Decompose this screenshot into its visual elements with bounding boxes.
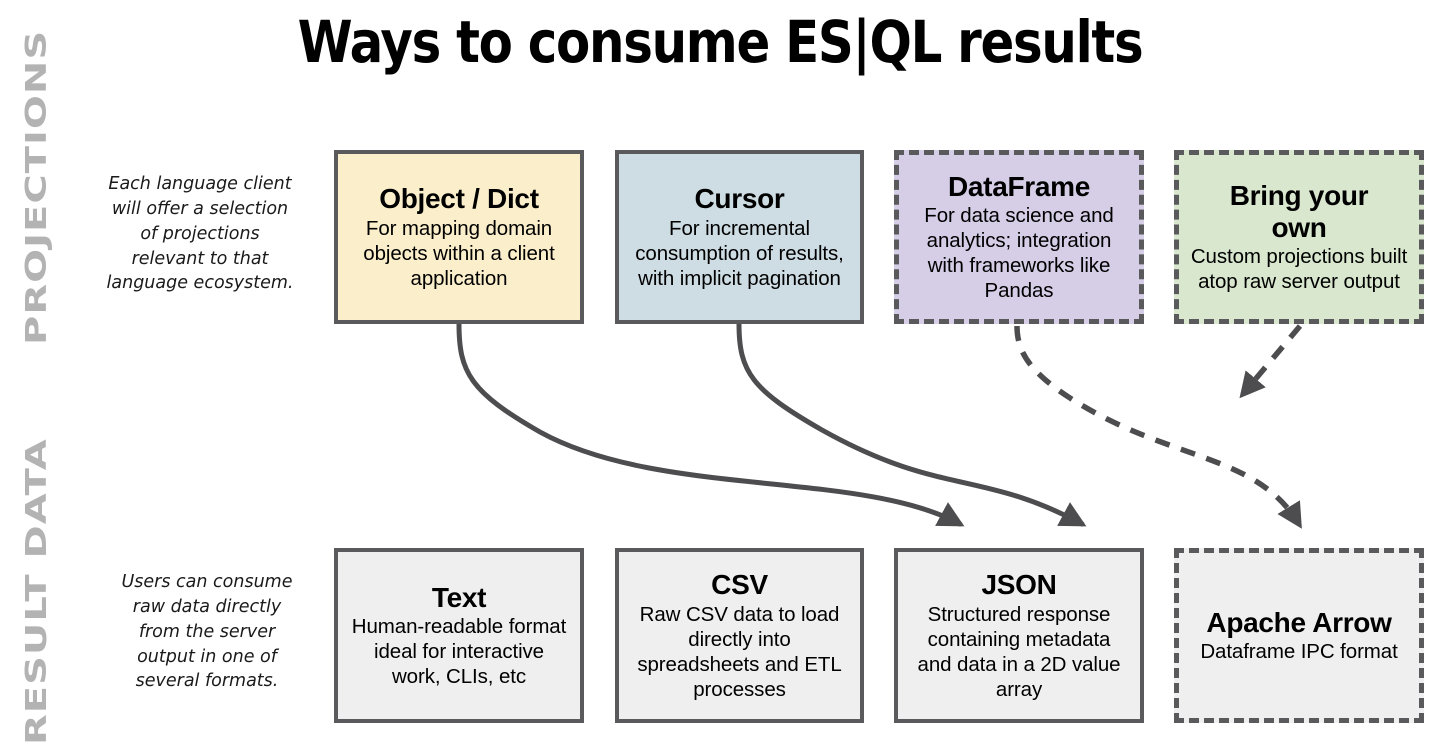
box-json[interactable]: JSON Structured response containing meta…: [894, 548, 1144, 723]
box-title-dataframe: DataFrame: [947, 170, 1091, 202]
box-description-text: Human-readable format ideal for interact…: [351, 615, 567, 689]
box-title-text: Text: [431, 581, 487, 613]
box-description-json: Structured response containing metadata …: [917, 602, 1121, 701]
box-description-apache-arrow: Dataframe IPC format: [1200, 640, 1398, 664]
box-description-bring-your-own: Custom projections built atop raw server…: [1190, 244, 1408, 293]
box-title-cursor: Cursor: [694, 183, 785, 215]
box-description-cursor: For incremental consumption of results, …: [635, 216, 844, 290]
connector-dataframe-to-apache-arrow: [1014, 325, 1302, 529]
box-description-dataframe: For data science and analytics; integrat…: [924, 204, 1114, 303]
connector-bring-your-own-to-dataframe-path: [1239, 324, 1303, 399]
box-title-apache-arrow: Apache Arrow: [1206, 606, 1392, 638]
band-description-result-data: Users can consume raw data directly from…: [121, 572, 293, 692]
box-bring-your-own[interactable]: Bring your own Custom projections built …: [1174, 150, 1424, 324]
box-title-json: JSON: [981, 569, 1057, 601]
page-title: Ways to consume ES|QL results: [297, 8, 1144, 76]
box-title-csv: CSV: [711, 569, 768, 601]
band-label-result-data: RESULT DATA: [20, 438, 54, 745]
box-cursor[interactable]: Cursor For incremental consumption of re…: [615, 150, 864, 324]
box-dataframe[interactable]: DataFrame For data science and analytics…: [894, 150, 1144, 324]
band-label-projections: PROJECTIONS: [20, 29, 54, 345]
box-title-object-dict: Object / Dict: [379, 183, 539, 215]
box-title-bring-your-own: Bring your own: [1229, 180, 1369, 243]
box-description-csv: Raw CSV data to load directly into sprea…: [637, 602, 842, 701]
box-object-dict[interactable]: Object / Dict For mapping domain objects…: [334, 150, 584, 324]
box-csv[interactable]: CSV Raw CSV data to load directly into s…: [615, 548, 864, 723]
connector-cursor-to-json: [736, 321, 1087, 527]
box-description-object-dict: For mapping domain objects within a clie…: [363, 216, 555, 290]
band-description-projections: Each language client will offer a select…: [106, 174, 294, 294]
box-apache-arrow[interactable]: Apache Arrow Dataframe IPC format: [1174, 548, 1424, 723]
box-text[interactable]: Text Human-readable format ideal for int…: [334, 548, 584, 723]
connector-object-dict-to-json: [456, 321, 965, 527]
